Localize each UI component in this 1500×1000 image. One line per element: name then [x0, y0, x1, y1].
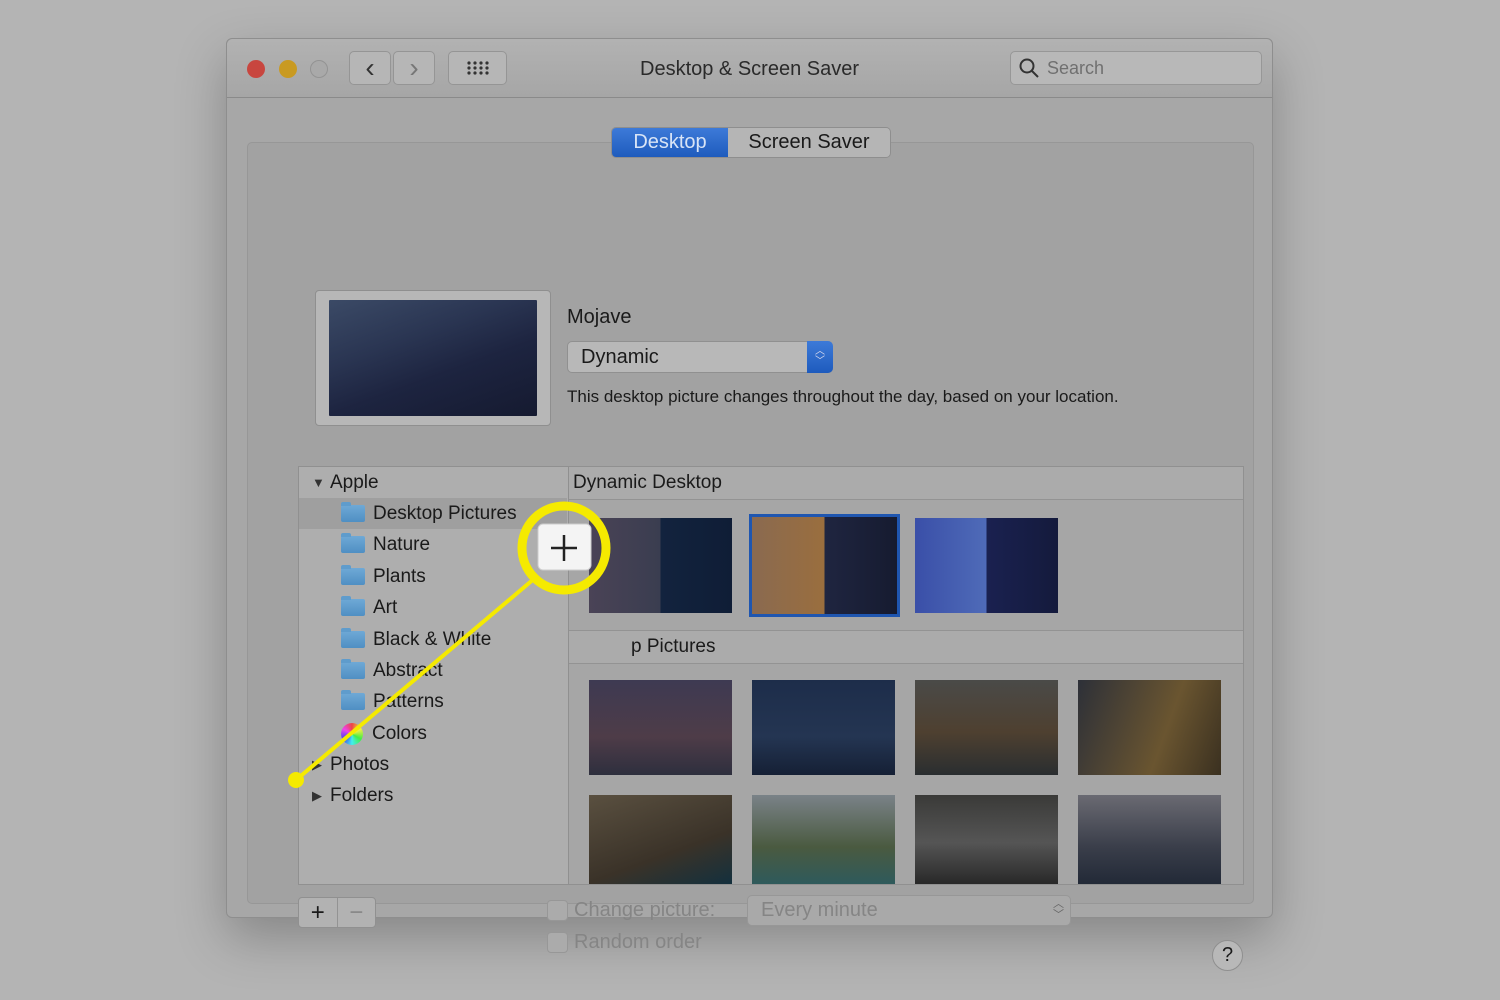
callout-line — [294, 576, 537, 782]
callout-dot — [288, 772, 304, 788]
callout-annotation — [288, 501, 611, 788]
